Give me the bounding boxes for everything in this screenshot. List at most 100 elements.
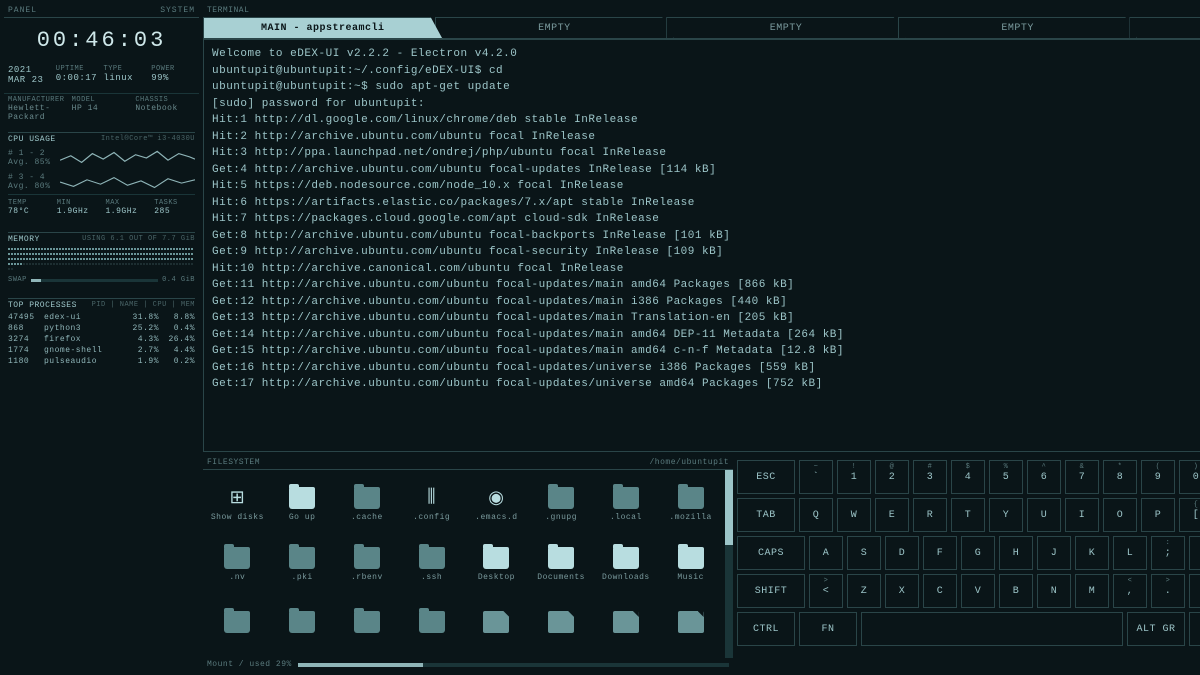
key-0[interactable]: )0 (1179, 460, 1200, 494)
processes-title: TOP PROCESSES (8, 301, 77, 310)
filesystem-item[interactable] (660, 596, 721, 652)
key-w[interactable]: W (837, 498, 871, 532)
key-h[interactable]: H (999, 536, 1033, 570)
terminal-tab[interactable]: EMPTY (435, 17, 675, 39)
filesystem-item[interactable]: .gnupg (531, 476, 592, 532)
key-f[interactable]: F (923, 536, 957, 570)
key-fn[interactable]: FN (799, 612, 857, 646)
terminal-tab[interactable]: EMPTY (898, 17, 1138, 39)
key-alt gr[interactable]: ALT GR (1127, 612, 1185, 646)
key-9[interactable]: (9 (1141, 460, 1175, 494)
key-3[interactable]: #3 (913, 460, 947, 494)
filesystem-item[interactable]: .cache (337, 476, 398, 532)
key-m[interactable]: M (1075, 574, 1109, 608)
key-v[interactable]: V (961, 574, 995, 608)
key-p[interactable]: P (1141, 498, 1175, 532)
filesystem-item[interactable]: .nv (207, 536, 268, 592)
key-,[interactable]: <, (1113, 574, 1147, 608)
filesystem-item[interactable]: ◉.emacs.d (466, 476, 527, 532)
filesystem-item[interactable]: .local (596, 476, 657, 532)
filesystem-item[interactable] (401, 596, 462, 652)
filesystem-item[interactable]: .pki (272, 536, 333, 592)
filesystem-item[interactable]: Music (660, 536, 721, 592)
filesystem-item[interactable]: Documents (531, 536, 592, 592)
key-space[interactable] (861, 612, 1123, 646)
key-x[interactable]: X (885, 574, 919, 608)
filesystem-item[interactable]: .ssh (401, 536, 462, 592)
process-row[interactable]: 1180pulseaudio1.9%0.2% (8, 356, 195, 367)
filesystem-item[interactable] (207, 596, 268, 652)
key-c[interactable]: C (923, 574, 957, 608)
filesystem-item-label: Desktop (478, 573, 515, 582)
key-y[interactable]: Y (989, 498, 1023, 532)
filesystem-item[interactable]: Downloads (596, 536, 657, 592)
filesystem-panel: FILESYSTEM/home/ubuntupit ⊞Show disksGo … (203, 456, 733, 671)
key-5[interactable]: %5 (989, 460, 1023, 494)
key-1[interactable]: !1 (837, 460, 871, 494)
key-t[interactable]: T (951, 498, 985, 532)
cpu1-label: # 1 - 2 (8, 149, 56, 158)
key-b[interactable]: B (999, 574, 1033, 608)
key-ctrl[interactable]: CTRL (737, 612, 795, 646)
key-ctrl[interactable]: CTRL (1189, 612, 1200, 646)
key-o[interactable]: O (1103, 498, 1137, 532)
key-r[interactable]: R (913, 498, 947, 532)
key-z[interactable]: Z (847, 574, 881, 608)
key-s[interactable]: S (847, 536, 881, 570)
key-[[interactable]: {[ (1179, 498, 1200, 532)
mount-label: Mount / used 29% (207, 660, 292, 669)
key-.[interactable]: >. (1151, 574, 1185, 608)
key-e[interactable]: E (875, 498, 909, 532)
process-row[interactable]: 1774gnome-shell2.7%4.4% (8, 345, 195, 356)
key-6[interactable]: ^6 (1027, 460, 1061, 494)
terminal-output[interactable]: Welcome to eDEX-UI v2.2.2 - Electron v4.… (203, 39, 1200, 452)
key-n[interactable]: N (1037, 574, 1071, 608)
key-;[interactable]: :; (1151, 536, 1185, 570)
key-4[interactable]: $4 (951, 460, 985, 494)
key-8[interactable]: *8 (1103, 460, 1137, 494)
key-'[interactable]: "' (1189, 536, 1200, 570)
filesystem-item[interactable] (531, 596, 592, 652)
key-u[interactable]: U (1027, 498, 1061, 532)
filesystem-item[interactable]: Desktop (466, 536, 527, 592)
key-j[interactable]: J (1037, 536, 1071, 570)
chassis-label: CHASSIS (135, 96, 195, 104)
key-<[interactable]: >< (809, 574, 843, 608)
filesystem-item[interactable] (337, 596, 398, 652)
filesystem-item[interactable] (596, 596, 657, 652)
filesystem-item[interactable]: .rbenv (337, 536, 398, 592)
key-a[interactable]: A (809, 536, 843, 570)
terminal-tab[interactable]: MAIN - appstreamcli (203, 17, 443, 39)
filesystem-scrollbar[interactable] (725, 470, 733, 658)
swap-label: SWAP (8, 276, 27, 284)
filesystem-item[interactable]: ⫼.config (401, 476, 462, 532)
key-k[interactable]: K (1075, 536, 1109, 570)
key-/[interactable]: ?/ (1189, 574, 1200, 608)
cpu1-avg: Avg. 85% (8, 158, 56, 167)
clock: 00:46:03 (4, 22, 199, 59)
filesystem-item[interactable] (272, 596, 333, 652)
key-esc[interactable]: ESC (737, 460, 795, 494)
process-row[interactable]: 47495edex-ui31.8%8.8% (8, 312, 195, 323)
key-d[interactable]: D (885, 536, 919, 570)
key-g[interactable]: G (961, 536, 995, 570)
key-`[interactable]: ~` (799, 460, 833, 494)
key-tab[interactable]: TAB (737, 498, 795, 532)
key-q[interactable]: Q (799, 498, 833, 532)
terminal-tab[interactable]: EMPTY (1129, 17, 1200, 39)
filesystem-item[interactable]: ⊞Show disks (207, 476, 268, 532)
key-shift[interactable]: SHIFT (737, 574, 805, 608)
terminal-tab[interactable]: EMPTY (666, 17, 906, 39)
filesystem-item[interactable] (466, 596, 527, 652)
process-row[interactable]: 3274firefox4.3%26.4% (8, 334, 195, 345)
key-2[interactable]: @2 (875, 460, 909, 494)
key-7[interactable]: &7 (1065, 460, 1099, 494)
key-caps[interactable]: CAPS (737, 536, 805, 570)
month-day: MAR 23 (8, 75, 52, 85)
filesystem-item[interactable]: .mozilla (660, 476, 721, 532)
key-l[interactable]: L (1113, 536, 1147, 570)
filesystem-item-label: .ssh (421, 573, 442, 582)
filesystem-item[interactable]: Go up (272, 476, 333, 532)
key-i[interactable]: I (1065, 498, 1099, 532)
process-row[interactable]: 868python325.2%0.4% (8, 323, 195, 334)
